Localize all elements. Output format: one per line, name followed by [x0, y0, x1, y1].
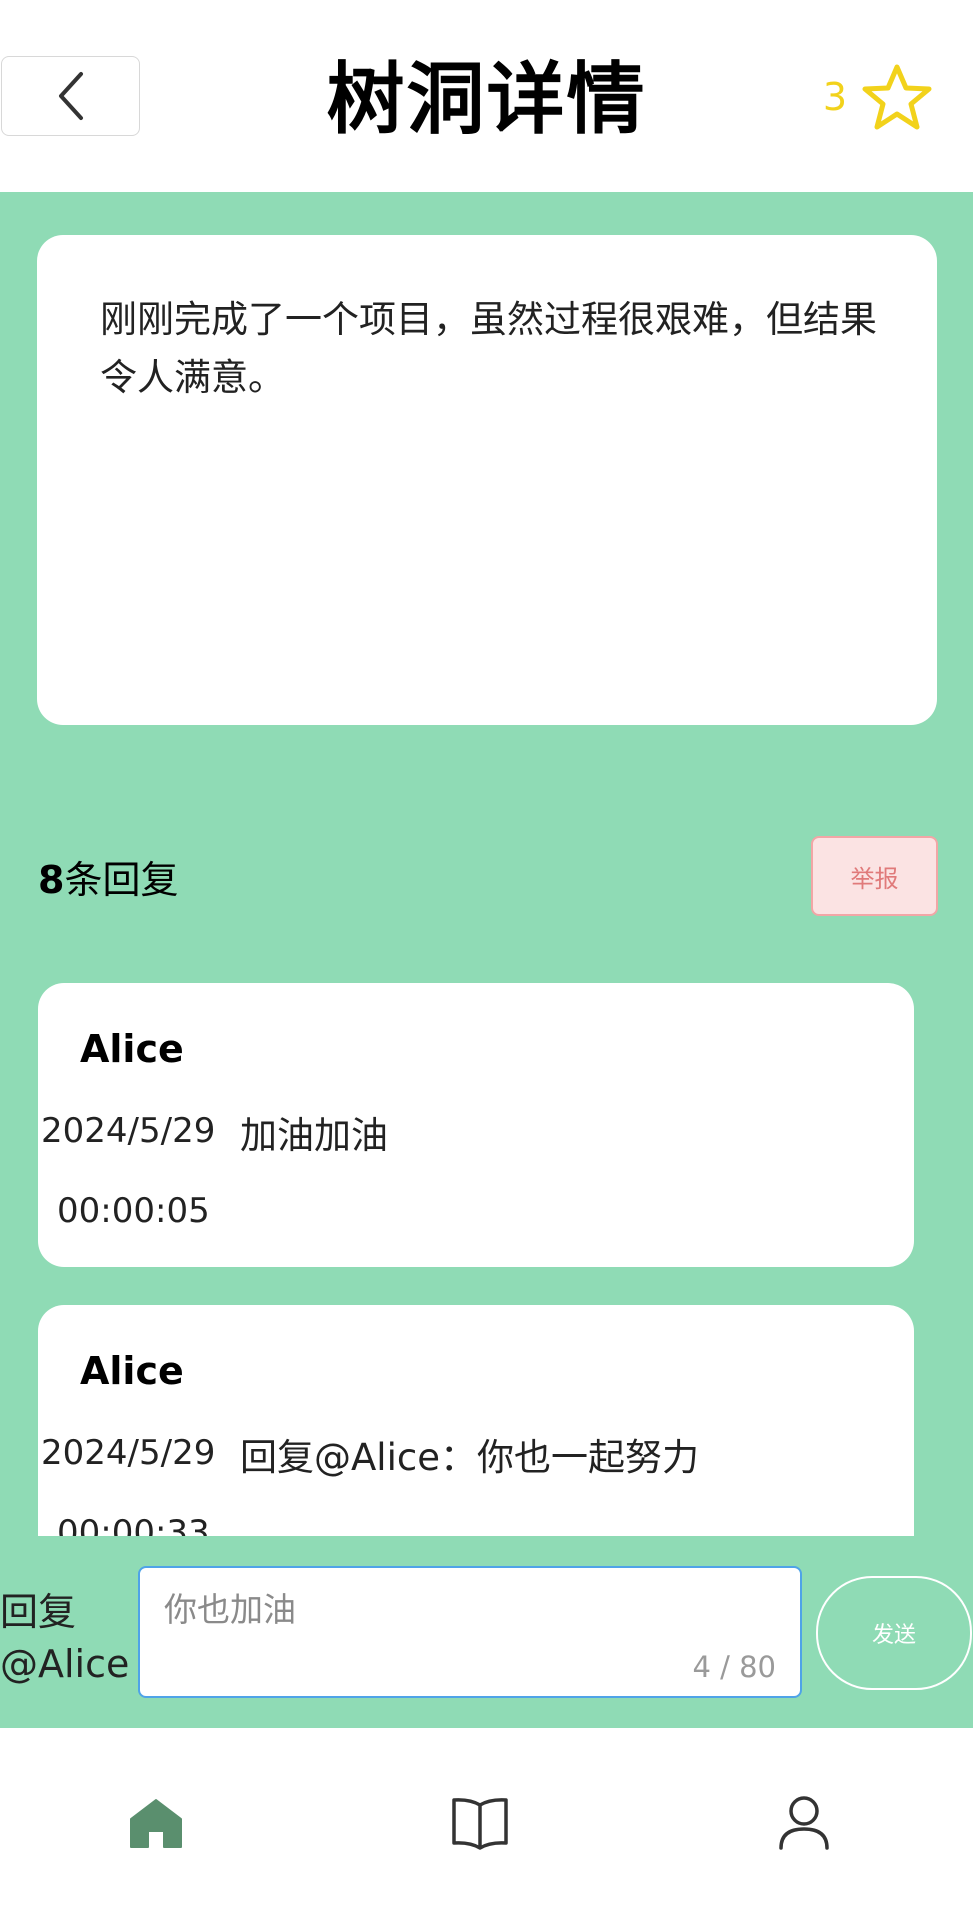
reply-input[interactable] [164, 1584, 764, 1634]
send-button[interactable]: 发送 [816, 1576, 972, 1690]
char-counter: 4 / 80 [692, 1650, 776, 1684]
reply-text: 加油加油 [240, 1114, 388, 1157]
reply-date: 2024/5/29 [41, 1433, 216, 1473]
header: 树洞详情 3 [0, 0, 973, 192]
post-card: 刚刚完成了一个项目，虽然过程很艰难，但结果令人满意。 [37, 235, 937, 725]
reply-count-label: 条回复 [64, 858, 179, 902]
tab-home[interactable] [116, 1788, 196, 1858]
user-icon [779, 1796, 829, 1850]
tab-profile[interactable] [764, 1788, 844, 1858]
reply-text: 回复@Alice：你也一起努力 [240, 1436, 699, 1479]
reply-count-number: 8 [38, 858, 65, 902]
favorite-button[interactable]: 3 [823, 60, 933, 134]
reply-time: 00:00:05 [57, 1191, 210, 1231]
reply-bar: 回复@Alice 4 / 80 发送 [0, 1536, 973, 1728]
tab-book[interactable] [440, 1788, 520, 1858]
favorite-count: 3 [822, 75, 847, 119]
reply-date: 2024/5/29 [41, 1111, 216, 1151]
home-icon [130, 1799, 182, 1848]
reply-count: 8条回复 [38, 852, 178, 908]
bottom-tab-bar [0, 1728, 973, 1920]
reply-input-box[interactable]: 4 / 80 [138, 1566, 802, 1698]
main-content: 刚刚完成了一个项目，虽然过程很艰难，但结果令人满意。 8条回复 举报 Alice… [0, 192, 973, 1728]
book-icon [452, 1798, 508, 1850]
post-content: 刚刚完成了一个项目，虽然过程很艰难，但结果令人满意。 [100, 298, 877, 399]
reply-author: Alice [80, 1349, 184, 1393]
star-outline-icon [862, 64, 932, 130]
report-button[interactable]: 举报 [811, 836, 938, 916]
reply-target-label: 回复@Alice [0, 1590, 130, 1686]
reply-card[interactable]: Alice 2024/5/29 加油加油 00:00:05 [38, 983, 914, 1267]
reply-author: Alice [80, 1027, 184, 1071]
